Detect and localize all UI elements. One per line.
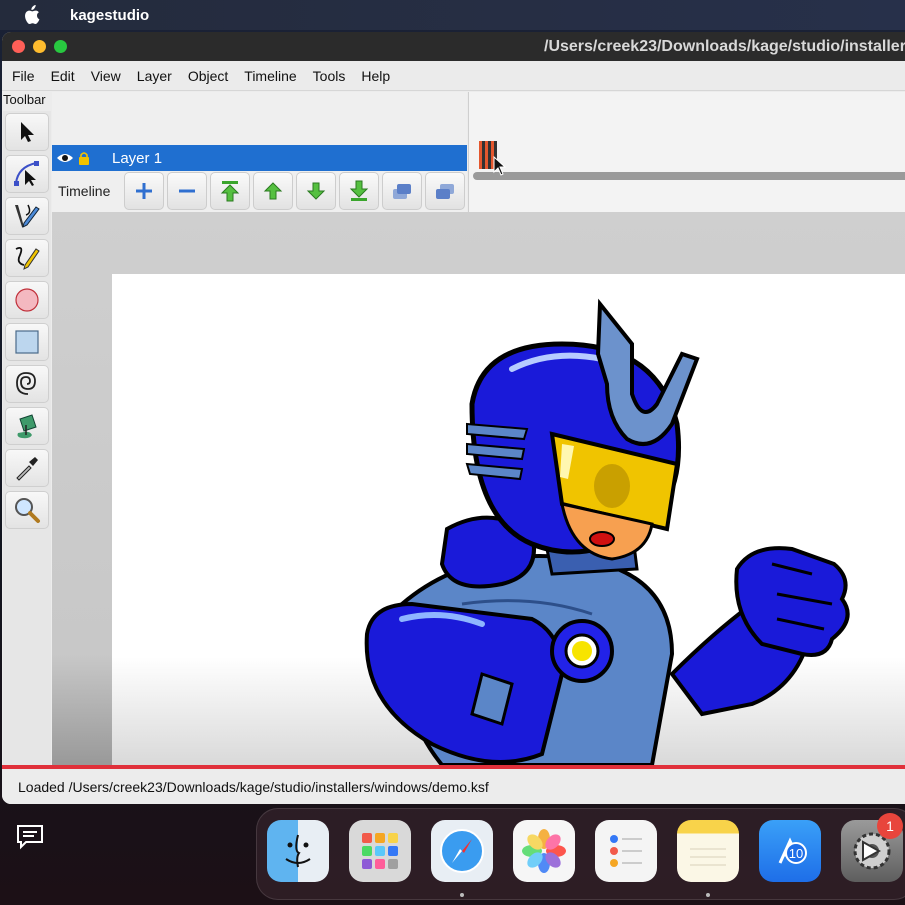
macos-dock: 10 1 [256,808,905,900]
drawing-canvas[interactable] [112,274,905,765]
mouse-cursor-icon [493,155,507,181]
remove-layer-button[interactable] [167,172,207,210]
move-layer-down-icon [306,181,326,201]
stroke-tool-icon[interactable] [5,239,49,277]
captions-icon[interactable] [16,824,44,855]
window-title: /Users/creek23/Downloads/kage/studio/ins… [544,38,905,55]
app-store-icon[interactable]: 10 [759,820,821,882]
move-layer-up-button[interactable] [253,172,293,210]
photos-icon[interactable] [513,820,575,882]
move-layer-bottom-button[interactable] [339,172,379,210]
lock-icon[interactable] [78,151,90,165]
reminders-icon[interactable] [595,820,657,882]
close-window-button[interactable] [12,40,25,53]
macos-menu-bar: kagestudio [0,0,905,30]
tool-palette [3,111,51,801]
menu-object[interactable]: Object [188,68,228,84]
dock-running-indicator [706,893,710,897]
app-menu-bar: File Edit View Layer Object Timeline Too… [2,61,905,91]
move-layer-bottom-icon [348,180,370,202]
dock-running-indicator [460,893,464,897]
add-layer-icon [134,181,154,201]
finder-icon[interactable] [267,820,329,882]
apple-logo-icon[interactable] [22,5,62,25]
eye-visibility-icon[interactable] [56,152,74,164]
move-layer-down-button[interactable] [296,172,336,210]
menu-view[interactable]: View [91,68,121,84]
pencil-tool-icon[interactable] [5,197,49,235]
notification-badge: 1 [877,813,903,839]
raise-object-button[interactable] [382,172,422,210]
spiral-tool-icon[interactable] [5,365,49,403]
menu-tools[interactable]: Tools [313,68,346,84]
minimize-window-button[interactable] [33,40,46,53]
rectangle-tool-icon[interactable] [5,323,49,361]
launchpad-icon[interactable] [349,820,411,882]
layer-name: Layer 1 [112,149,163,167]
layers-panel: Layer 1 Timeline [52,92,467,212]
move-layer-top-icon [219,180,241,202]
menu-edit[interactable]: Edit [51,68,75,84]
status-bar: Loaded /Users/creek23/Downloads/kage/stu… [2,769,905,804]
app-store-counter: 10 [789,846,803,861]
node-tool-icon[interactable] [5,155,49,193]
menu-file[interactable]: File [12,68,35,84]
select-tool-icon[interactable] [5,113,49,151]
menu-timeline[interactable]: Timeline [244,68,296,84]
zoom-icon[interactable] [5,491,49,529]
toolbar-label: Toolbar [3,92,46,107]
status-message: Loaded /Users/creek23/Downloads/kage/stu… [18,778,489,795]
app-name[interactable]: kagestudio [70,7,149,24]
title-bar: /Users/creek23/Downloads/kage/studio/ins… [2,32,905,61]
robot-illustration[interactable] [112,274,905,765]
safari-icon[interactable] [431,820,493,882]
move-layer-up-icon [263,181,283,201]
eyedropper-icon[interactable] [5,449,49,487]
raise-object-icon [391,181,413,201]
menu-help[interactable]: Help [361,68,390,84]
oval-tool-icon[interactable] [5,281,49,319]
stage-area[interactable] [52,212,905,765]
lower-object-icon [434,181,456,201]
remove-layer-icon [177,181,197,201]
notes-icon[interactable] [677,820,739,882]
lower-object-button[interactable] [425,172,465,210]
add-layer-button[interactable] [124,172,164,210]
timeline-label: Timeline [58,183,111,199]
menu-layer[interactable]: Layer [137,68,172,84]
move-layer-top-button[interactable] [210,172,250,210]
layer-row[interactable]: Layer 1 [52,145,467,171]
app-window: /Users/creek23/Downloads/kage/studio/ins… [2,32,905,804]
frames-panel [468,92,905,212]
frames-scrollbar[interactable] [473,172,905,180]
fill-bucket-icon[interactable] [5,407,49,445]
zoom-window-button[interactable] [54,40,67,53]
